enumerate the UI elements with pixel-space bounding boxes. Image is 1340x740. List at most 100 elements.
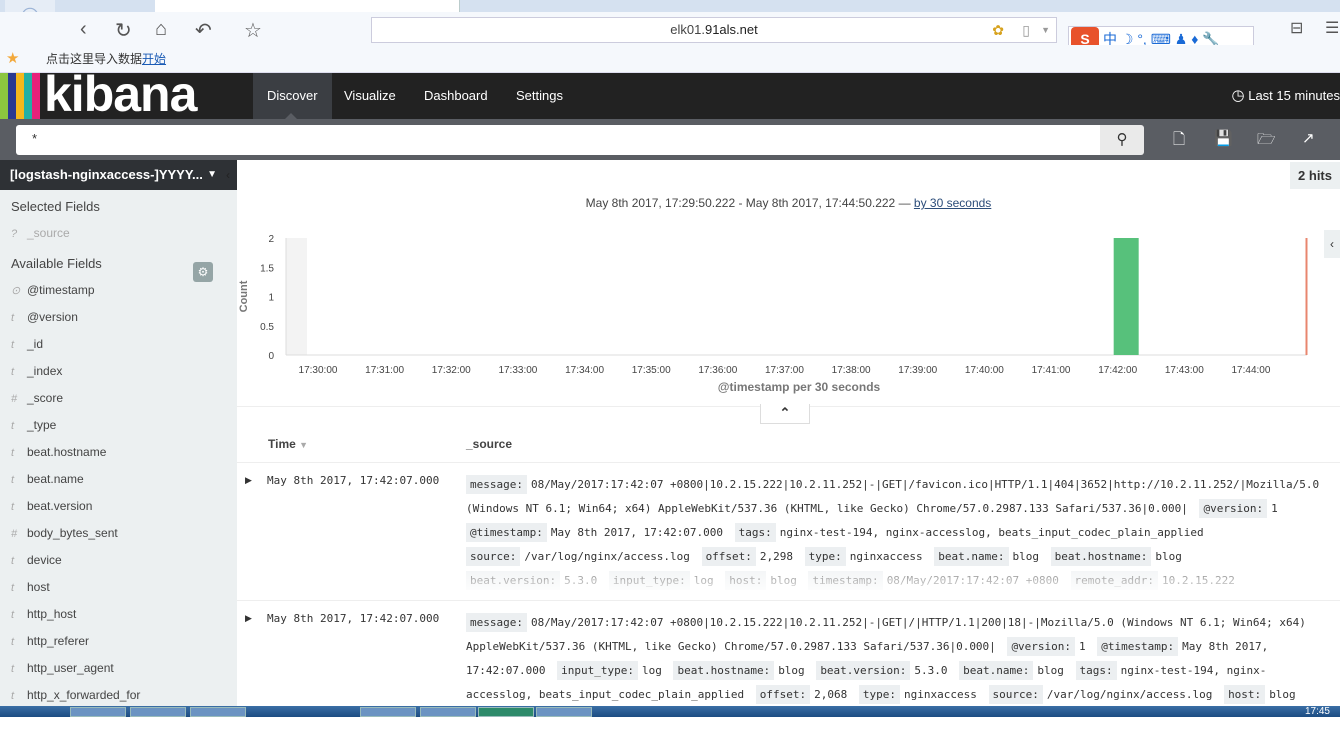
field-value: blog [1013,550,1040,563]
partial-bucket [286,238,307,355]
gear-icon[interactable]: ⚙ [193,262,213,282]
bee-icon[interactable]: ✿ [992,18,1004,42]
field-key: input_type: [557,661,638,680]
source-field: offset:2,068 [756,688,847,701]
field-value: /var/log/nginx/access.log [1047,688,1213,701]
collapse-chart-button[interactable]: ⌃ [760,404,810,424]
field-item[interactable]: tdevice [0,547,237,574]
field-key: beat.name: [934,547,1008,566]
field-value: 2,068 [814,688,847,701]
share-icon[interactable]: ↗ [1302,129,1315,147]
taskbar-item[interactable] [130,707,186,717]
field-item[interactable]: t_type [0,412,237,439]
field-item[interactable]: tbeat.name [0,466,237,493]
doc-time: May 8th 2017, 17:42:07.000 [267,612,439,625]
time-range-label: Last 15 minutes [1248,88,1340,103]
field-name: http_host [27,607,76,621]
selected-fields-heading: Selected Fields [0,190,237,220]
field-item[interactable]: #_score [0,385,237,412]
expand-row-icon[interactable]: ▶ [245,613,252,624]
histogram-bar[interactable] [1114,238,1139,355]
field-item[interactable]: thttp_host [0,601,237,628]
taskbar-item[interactable] [536,707,592,717]
field-type-icon: # [11,521,27,548]
field-name: _source [27,226,70,240]
interval-link[interactable]: by 30 seconds [914,196,991,210]
x-tick-label: 17:36:00 [698,365,737,376]
source-field: message:08/May/2017:17:42:07 +0800|10.2.… [466,478,1319,515]
logo-stripe [24,73,32,119]
field-key: type: [805,547,846,566]
field-key: tags: [735,523,776,542]
field-value: log [642,664,662,677]
taskbar-item[interactable] [478,707,534,717]
taskbar-item[interactable] [360,707,416,717]
field-type-icon: t [11,494,27,521]
address-bar[interactable]: elk01.91als.net ✿▯▼ [371,17,1057,43]
field-type-icon: t [11,359,27,386]
logo-stripe [8,73,16,119]
tab-visualize[interactable]: Visualize [330,73,410,119]
field-item[interactable]: t@version [0,304,237,331]
kibana-logo[interactable]: kibana [44,67,196,121]
field-key: beat.name: [959,661,1033,680]
expand-row-icon[interactable]: ▶ [245,475,252,486]
field-key: @timestamp: [466,523,547,542]
reload-icon[interactable]: ↻ [115,18,132,43]
url-domain: 91als.net [705,22,758,37]
field-item[interactable]: t_index [0,358,237,385]
save-search-icon[interactable]: 💾 [1214,129,1233,147]
new-search-icon[interactable]: 🗋 [1173,129,1185,154]
tab-dashboard[interactable]: Dashboard [410,73,502,119]
field-type-icon: t [11,440,27,467]
collapse-sidebar-icon[interactable]: ‹ [226,168,230,182]
index-pattern-select[interactable]: [logstash-nginxaccess-]YYYY...▼ [0,160,237,190]
back-icon[interactable]: ‹ [80,18,87,41]
x-tick-label: 17:35:00 [632,365,671,376]
field-name: host [27,580,50,594]
field-item[interactable]: #body_bytes_sent [0,520,237,547]
field-type-icon: ? [11,221,27,248]
logo-stripe [16,73,24,119]
clock: 17:45 [1305,706,1330,716]
field-item[interactable]: thttp_x_forwarded_for [0,682,237,709]
logo-stripes [0,73,40,119]
source-field: type:nginxaccess [859,688,977,701]
browser-tab[interactable] [155,0,460,12]
y-axis-label: Count [238,280,250,312]
home-icon[interactable]: ⌂ [155,18,167,41]
logo-stripe [32,73,40,119]
taskbar-item[interactable] [420,707,476,717]
field-item[interactable]: ?_source [0,220,237,247]
taskbar-item[interactable] [190,707,246,717]
toolbox-icon[interactable]: ⊟ [1290,18,1303,38]
favorite-star-icon[interactable]: ☆ [244,18,262,43]
x-tick-label: 17:34:00 [565,365,604,376]
reader-icon[interactable]: ▯ [1022,18,1030,42]
taskbar-item[interactable] [70,707,126,717]
field-item[interactable]: tbeat.version [0,493,237,520]
field-name: @version [27,310,78,324]
open-search-icon[interactable]: 🗁 [1257,129,1276,154]
clock-icon: ◷ [1232,87,1245,104]
field-item[interactable]: thttp_referer [0,628,237,655]
field-item[interactable]: t_id [0,331,237,358]
sort-icon[interactable]: ▼ [299,440,308,450]
field-key: message: [466,613,527,632]
document-row: ▶May 8th 2017, 17:42:07.000message:08/Ma… [237,462,1340,602]
search-input[interactable]: * [16,125,1100,155]
bookmark-start-link[interactable]: 开始 [142,52,166,66]
field-item[interactable]: thost [0,574,237,601]
field-item[interactable]: thttp_user_agent [0,655,237,682]
search-button[interactable]: ⚲ [1100,125,1144,155]
y-tick-label: 0.5 [260,322,274,333]
undo-icon[interactable]: ↶ [195,18,212,43]
column-header-time[interactable]: Time ▼ [268,437,308,451]
dropdown-icon[interactable]: ▼ [1041,18,1050,42]
menu-icon[interactable]: ☰ [1325,18,1339,38]
field-key: host: [1224,685,1265,704]
field-item[interactable]: tbeat.hostname [0,439,237,466]
time-picker[interactable]: ◷ Last 15 minutes [1232,73,1340,119]
field-name: device [27,553,62,567]
tab-settings[interactable]: Settings [502,73,577,119]
